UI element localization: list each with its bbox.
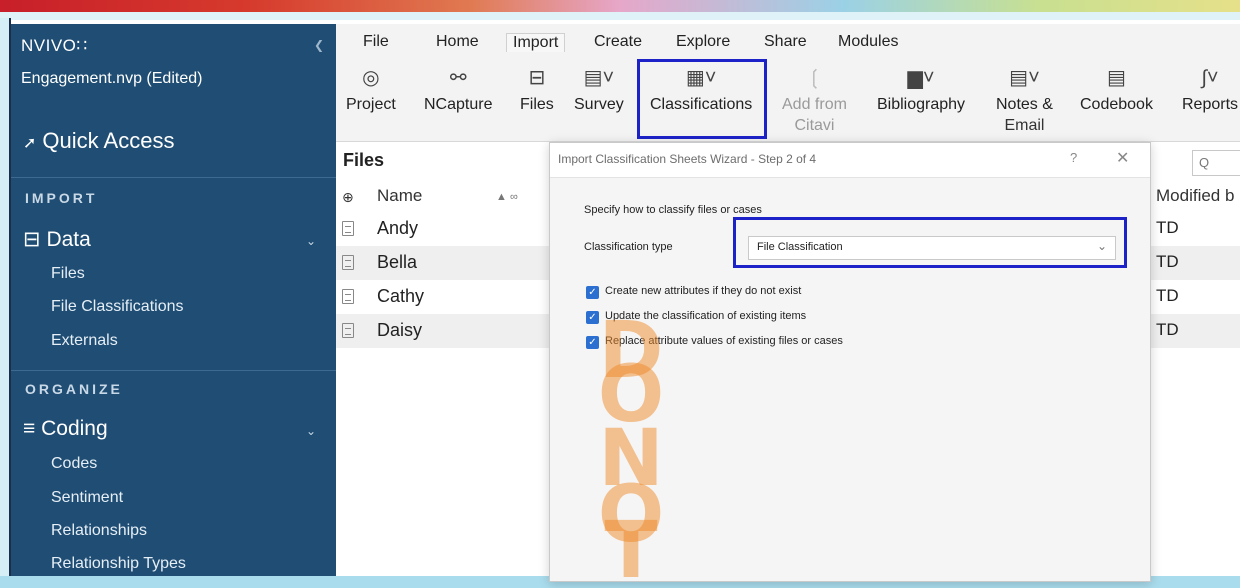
modified-by: TD [1156, 252, 1179, 271]
reports-button[interactable]: ∫˅ Reports [1182, 62, 1238, 115]
navigation-sidebar: NVIVO∷ ❮ Engagement.nvp (Edited) ➚ Quick … [11, 24, 336, 576]
modified-by: TD [1156, 286, 1179, 305]
group-data[interactable]: ⊟ Data [23, 227, 91, 252]
sidebar-item-sentiment[interactable]: Sentiment [51, 489, 123, 507]
classifications-highlight-box [637, 59, 767, 139]
file-name: Andy [377, 218, 419, 238]
dialog-title: Import Classification Sheets Wizard - St… [558, 152, 817, 166]
update-classification-checkbox[interactable]: ✓ [586, 311, 599, 324]
tab-create[interactable]: Create [594, 33, 642, 51]
bibliography-label: Bibliography [877, 96, 966, 113]
search-input[interactable]: Q [1192, 150, 1240, 176]
notes-email-button[interactable]: ▤˅ Notes & Email [996, 62, 1053, 136]
email-label: Email [1004, 117, 1045, 134]
pin-icon: ➚ [23, 135, 37, 152]
survey-button[interactable]: ▤˅ Survey [574, 62, 624, 115]
ncapture-button[interactable]: ⚯ NCapture [424, 62, 492, 115]
import-files-button[interactable]: ⊟ Files [520, 62, 554, 115]
sidebar-item-relationship-types[interactable]: Relationship Types [51, 555, 186, 573]
replace-values-label: Replace attribute values of existing fil… [605, 335, 843, 347]
tab-explore[interactable]: Explore [676, 33, 730, 51]
file-name: Daisy [377, 320, 423, 340]
replace-values-checkbox[interactable]: ✓ [586, 336, 599, 349]
chevron-down-icon[interactable]: ⌄ [306, 424, 316, 438]
tab-home[interactable]: Home [436, 33, 479, 51]
create-attributes-checkbox[interactable]: ✓ [586, 286, 599, 299]
add-from-citavi-button[interactable]: ❲ Add from Citavi [782, 62, 847, 136]
group-coding-label: Coding [41, 417, 108, 440]
expand-all-icon[interactable]: ⊕ [342, 189, 354, 206]
sidebar-divider [11, 177, 336, 178]
bibliography-icon: ▆˅ [907, 67, 935, 89]
close-icon[interactable]: ✕ [1116, 148, 1129, 168]
sidebar-item-file-classifications[interactable]: File Classifications [51, 298, 183, 316]
list-title: Files [343, 150, 385, 170]
sidebar-divider [11, 370, 336, 371]
sidebar-item-files[interactable]: Files [51, 265, 85, 283]
group-data-label: Data [46, 228, 91, 251]
files-label: Files [520, 96, 554, 113]
reports-icon: ∫˅ [1201, 67, 1219, 89]
notes-label: Notes & [996, 96, 1053, 113]
quick-access[interactable]: ➚ Quick Access [23, 128, 174, 154]
help-icon[interactable]: ? [1070, 150, 1077, 165]
quick-access-label: Quick Access [42, 128, 175, 153]
notes-icon: ▤˅ [1009, 67, 1040, 89]
reports-label: Reports [1182, 96, 1239, 113]
codebook-label: Codebook [1080, 96, 1153, 113]
citavi-icon: ❲ [806, 67, 823, 89]
sidebar-item-codes[interactable]: Codes [51, 455, 97, 473]
tab-import[interactable]: Import [506, 33, 566, 52]
codebook-button[interactable]: ▤ Codebook [1080, 62, 1153, 115]
classification-type-label: Classification type [584, 241, 673, 253]
survey-icon: ▤˅ [583, 67, 615, 89]
import-classification-wizard-dialog: Import Classification Sheets Wizard - St… [549, 142, 1151, 582]
file-name: Cathy [377, 286, 425, 306]
modified-by: TD [1156, 320, 1179, 339]
tab-modules[interactable]: Modules [838, 33, 898, 51]
file-name: Bella [377, 252, 418, 272]
app-logo: NVIVO∷ [21, 36, 88, 55]
ribbon: File Home Import Create Explore Share Mo… [336, 24, 1240, 142]
collapse-sidebar-icon[interactable]: ❮ [314, 38, 324, 52]
survey-label: Survey [574, 96, 624, 113]
classification-type-highlight-box [733, 217, 1127, 268]
tab-share[interactable]: Share [764, 33, 807, 51]
sidebar-item-relationships[interactable]: Relationships [51, 522, 147, 540]
group-coding[interactable]: ≡ Coding [23, 417, 108, 441]
project-name: Engagement.nvp (Edited) [21, 70, 203, 87]
document-icon [342, 255, 354, 270]
column-header-name[interactable]: Name [377, 186, 422, 206]
document-icon [342, 323, 354, 338]
chevron-down-icon[interactable]: ⌄ [306, 234, 316, 248]
bibliography-button[interactable]: ▆˅ Bibliography [877, 62, 965, 115]
modified-by: TD [1156, 218, 1179, 237]
tab-file[interactable]: File [363, 33, 389, 51]
data-icon: ⊟ [23, 228, 47, 251]
section-import: IMPORT [25, 190, 98, 206]
instruction-text: Specify how to classify files or cases [584, 204, 762, 216]
codebook-icon: ▤ [1107, 67, 1126, 89]
column-header-modified-by[interactable]: Modified b [1156, 186, 1234, 206]
citavi-label: Citavi [794, 117, 835, 134]
add-from-label: Add from [782, 96, 847, 113]
slide-frame-top-band [0, 12, 1240, 20]
import-project-button[interactable]: ◎ Project [346, 62, 396, 115]
coding-icon: ≡ [23, 417, 42, 440]
ncapture-label: NCapture [424, 96, 493, 113]
project-icon: ◎ [362, 67, 380, 89]
update-classification-label: Update the classification of existing it… [605, 310, 807, 322]
globe-icon: ⚯ [449, 67, 467, 89]
create-attributes-label: Create new attributes if they do not exi… [605, 285, 802, 297]
sort-ascending-icon[interactable]: ▲ ∞ [496, 191, 518, 203]
document-icon [342, 221, 354, 236]
document-icon [342, 289, 354, 304]
project-label: Project [346, 96, 396, 113]
section-organize: ORGANIZE [25, 381, 123, 397]
sidebar-item-externals[interactable]: Externals [51, 332, 118, 350]
files-icon: ⊟ [528, 67, 546, 89]
